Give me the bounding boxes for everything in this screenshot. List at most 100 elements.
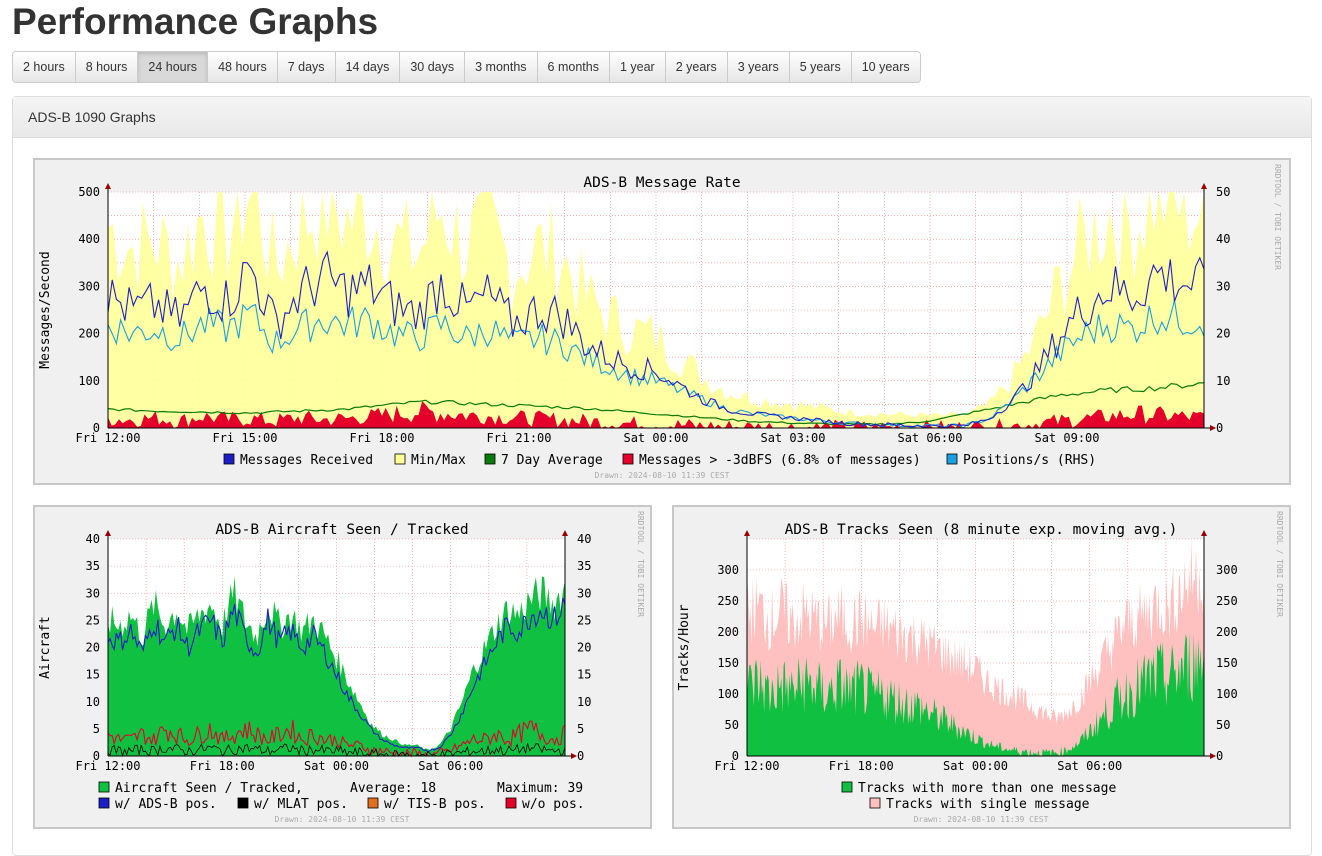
x-tick-label: Fri 12:00 [714,759,779,773]
y2-tick-label: 100 [1216,687,1238,701]
range-button-3-years[interactable]: 3 years [727,52,790,82]
y2-tick-label: 40 [577,532,591,546]
range-button-3-months[interactable]: 3 months [465,52,538,82]
y2-tick-label: 10 [1216,374,1230,388]
y-axis-arrow-icon [105,530,111,536]
range-button-10-years[interactable]: 10 years [851,52,920,82]
legend-adsb-pos: w/ ADS-B pos. [115,797,217,812]
tracks-graph[interactable]: 300 250 200 150 100 50 0 300 250 200 150 100 50 0 Fri … [672,505,1291,829]
y-tick-label: 100 [717,687,739,701]
range-button-30-days[interactable]: 30 days [400,52,466,82]
y2-axis-arrow-icon [1201,183,1207,189]
range-button-24-hours[interactable]: 24 hours [138,52,209,82]
legend-tisb-pos: w/ TIS-B pos. [384,797,486,812]
range-button-8-hours[interactable]: 8 hours [75,52,139,82]
range-button-2-years[interactable]: 2 years [665,52,728,82]
range-button-14-days[interactable]: 14 days [335,52,401,82]
y2-tick-label: 25 [577,613,591,627]
chart-title: ADS-B Message Rate [583,175,740,191]
legend-no-pos: w/o pos. [522,797,585,812]
x-tick-label: Sat 03:00 [760,431,825,445]
y-tick-label: 300 [717,563,739,577]
y2-tick-label: 30 [577,586,591,600]
y2-tick-label: 15 [577,668,591,682]
x-tick-label: Fri 15:00 [212,431,277,445]
y-tick-label: 20 [86,641,100,655]
message-rate-chart: 500400300200100050403020100Fri 12:00 Fri … [38,164,1282,480]
y-axis-label: Messages/Second [38,251,53,368]
y2-tick-label: 200 [1216,625,1238,639]
legend-tracks-single: Tracks with single message [886,797,1090,812]
rrdtool-watermark: RRDTOOL / TOBI OETIKER [1275,511,1284,617]
legend-tisb-pos-swatch [367,797,379,809]
y2-tick-label: 40 [1216,232,1230,246]
y-axis-arrow-icon [105,183,111,189]
y-tick-label: 250 [717,594,739,608]
y-tick-label: 5 [93,722,100,736]
y-axis-arrow-icon [744,530,750,536]
legend-strong-messages-swatch [622,453,634,465]
range-button-7-days[interactable]: 7 days [277,52,336,82]
legend-strong-messages: Messages > -3dBFS (6.8% of messages) [639,453,921,468]
y-tick-label: 35 [86,559,100,573]
legend-messages-received: Messages Received [240,453,373,468]
chart-title: ADS-B Aircraft Seen / Tracked [215,522,468,538]
x-tick-label: Fri 12:00 [75,759,140,773]
y-axis-label: Aircraft [38,616,53,679]
x-tick-label: Sat 06:00 [1057,759,1122,773]
y2-tick-label: 35 [577,559,591,573]
y-tick-label: 25 [86,613,100,627]
legend-minmax: Min/Max [411,453,466,468]
legend-tracks-single-swatch [869,797,881,809]
legend-7-day-average-swatch [484,453,496,465]
x-tick-label: Fri 12:00 [75,431,140,445]
y2-tick-label: 0 [577,749,584,763]
x-tick-label: Fri 18:00 [349,431,414,445]
legend-aircraft-seen-swatch [98,781,110,793]
y-tick-label: 500 [78,185,100,199]
y2-tick-label: 300 [1216,563,1238,577]
page-title: Performance Graphs [12,1,379,42]
x-tick-label: Fri 18:00 [829,759,894,773]
x-tick-label: Sat 00:00 [304,759,369,773]
legend-maximum: Maximum: 39 [497,781,583,796]
drawn-timestamp: Drawn: 2024-08-10 11:39 CEST [595,471,730,480]
aircraft-graph[interactable]: 40 35 30 25 20 15 10 5 0 40 35 30 25 20 15 10 5 0 Fri 12:0… [33,505,652,829]
range-button-6-months[interactable]: 6 months [537,52,610,82]
y-tick-label: 200 [78,327,100,341]
y2-axis-arrow-icon [1201,530,1207,536]
x-tick-label: Sat 00:00 [623,431,688,445]
legend-tracks-multi: Tracks with more than one message [858,781,1116,796]
y-tick-label: 400 [78,232,100,246]
y2-tick-label: 0 [1216,749,1223,763]
range-button-2-hours[interactable]: 2 hours [13,52,76,82]
y2-tick-label: 20 [577,641,591,655]
y2-tick-label: 5 [577,722,584,736]
rrdtool-watermark: RRDTOOL / TOBI OETIKER [636,511,645,617]
y-tick-label: 40 [86,532,100,546]
range-button-48-hours[interactable]: 48 hours [208,52,278,82]
legend-messages-received-swatch [223,453,235,465]
y-axis-label: Tracks/Hour [677,604,692,690]
range-button-5-years[interactable]: 5 years [789,52,852,82]
x-tick-label: Sat 00:00 [943,759,1008,773]
legend-mlat-pos: w/ MLAT pos. [254,797,348,812]
y2-axis-arrow-icon [562,530,568,536]
message-rate-graph[interactable]: 500 400 300 200 100 0 50 40 30 20 10 0 Fri 12:00 Fri … [33,158,1291,485]
legend-average: Average: 18 [350,781,436,796]
legend-aircraft-seen: Aircraft Seen / Tracked, [115,781,303,796]
y-tick-label: 15 [86,668,100,682]
y2-tick-label: 250 [1216,594,1238,608]
panel-heading: ADS-B 1090 Graphs [13,97,1311,138]
drawn-timestamp: Drawn: 2024-08-10 11:39 CEST [914,815,1049,824]
y-tick-label: 100 [78,374,100,388]
chart-title: ADS-B Tracks Seen (8 minute exp. moving … [785,522,1178,538]
legend-mlat-pos-swatch [237,797,249,809]
range-button-1-year[interactable]: 1 year [609,52,666,82]
y2-tick-label: 50 [1216,185,1230,199]
legend-adsb-pos-swatch [98,797,110,809]
aircraft-chart: 40353025201510504035302520151050Fri 12:0… [38,511,645,824]
legend-tracks-multi-swatch [841,781,853,793]
x-tick-label: Sat 06:00 [897,431,962,445]
y2-tick-label: 10 [577,695,591,709]
